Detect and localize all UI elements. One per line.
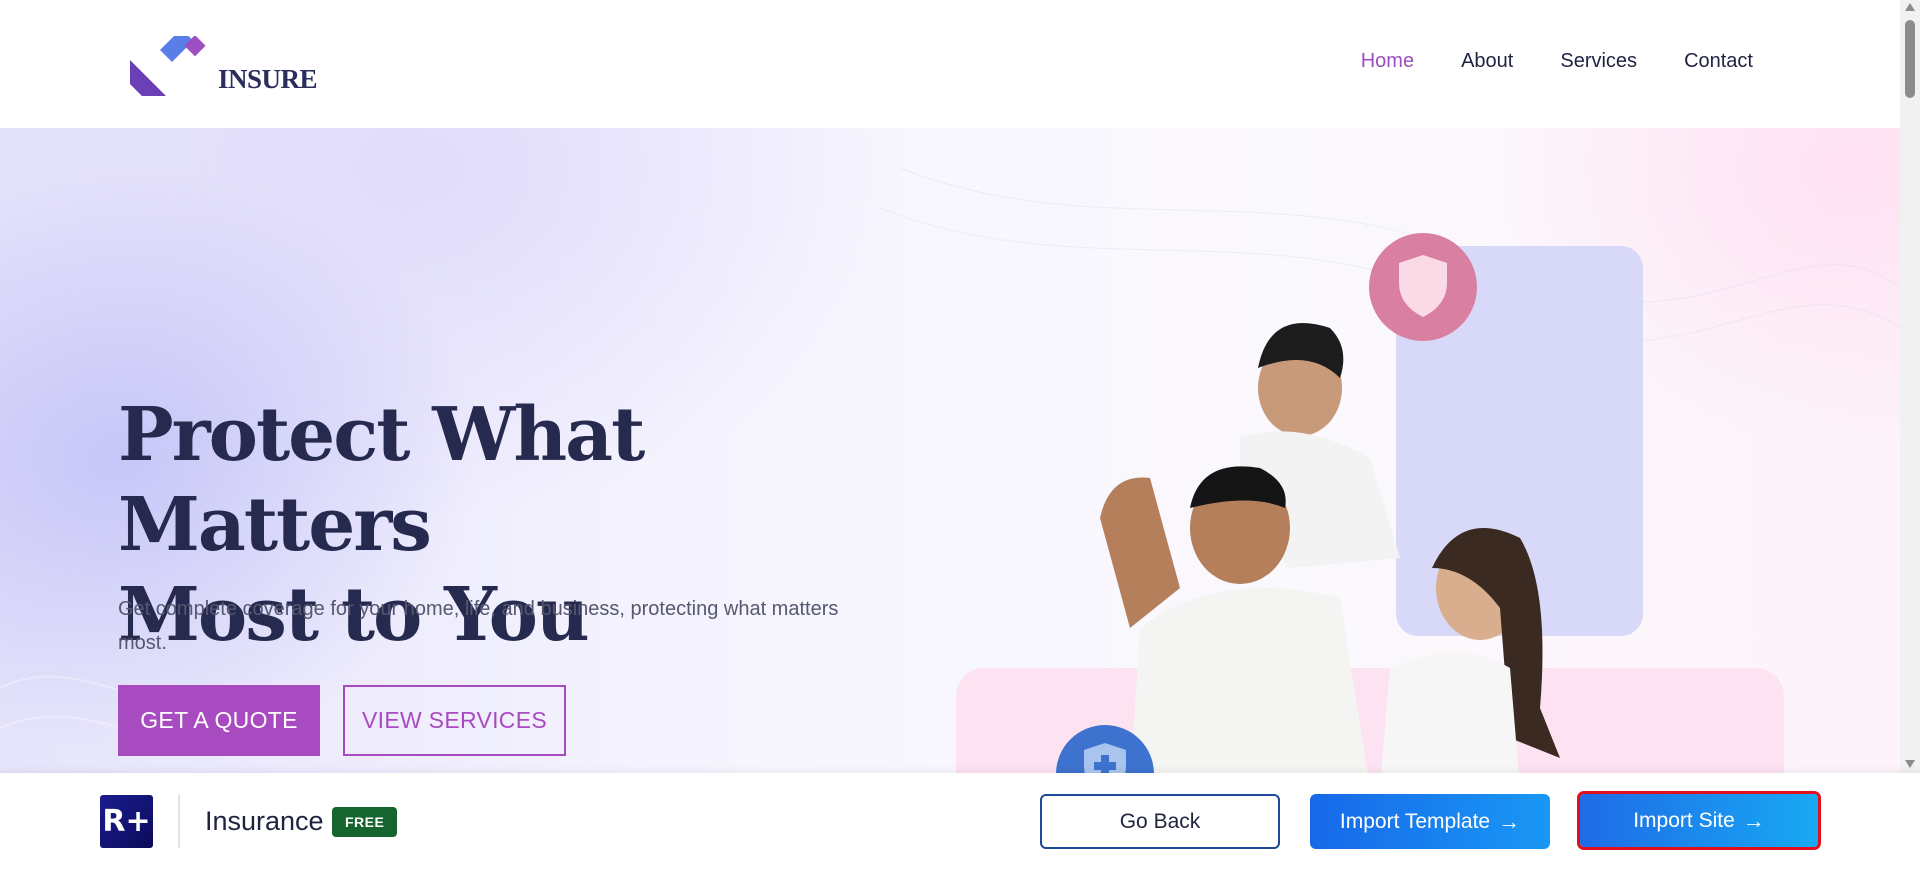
scroll-down-icon[interactable] [1905,760,1915,768]
nav-contact[interactable]: Contact [1684,50,1753,73]
nav-about[interactable]: About [1461,50,1513,73]
site-logo[interactable]: INSURE [130,36,320,96]
shield-icon [1399,255,1447,317]
template-name: Insurance [205,806,324,836]
arrow-right-icon: → [1498,808,1521,834]
brand-icon: R+ [100,795,153,848]
free-badge: FREE [332,807,398,837]
page-preview: INSURE Home About Services Contact Prote… [0,0,1900,773]
scroll-thumb[interactable] [1905,20,1915,98]
main-nav: Home About Services Contact [1361,50,1753,73]
family-photo [1100,323,1560,773]
site-header: INSURE Home About Services Contact [0,0,1900,128]
go-back-button[interactable]: Go Back [1040,794,1280,849]
hero-subtitle: Get complete coverage for your home, lif… [118,598,839,654]
scroll-up-icon[interactable] [1905,3,1915,11]
logo-text: INSURE [218,64,318,94]
hero-section: Protect What Matters Most to You Get com… [0,128,1900,773]
nav-services[interactable]: Services [1560,50,1637,73]
arrow-right-icon: → [1742,807,1765,833]
template-action-bar: R+ Insurance FREE Go Back Import Templat… [0,773,1920,869]
hero-title-line-1: Protect What Matters [118,392,645,568]
import-template-label: Import Template [1339,809,1491,833]
shield-badge [1369,233,1477,341]
import-site-label: Import Site [1633,808,1735,832]
view-services-button[interactable]: VIEW SERVICES [343,685,566,756]
get-quote-button[interactable]: GET A QUOTE [118,685,320,756]
logo-mark-icon [130,36,206,96]
vertical-scrollbar[interactable] [1900,0,1920,773]
divider [178,795,180,848]
medical-shield-icon [1084,743,1126,773]
import-template-button[interactable]: Import Template → [1310,794,1550,849]
import-site-button[interactable]: Import Site → [1577,791,1821,850]
nav-home[interactable]: Home [1361,50,1414,73]
